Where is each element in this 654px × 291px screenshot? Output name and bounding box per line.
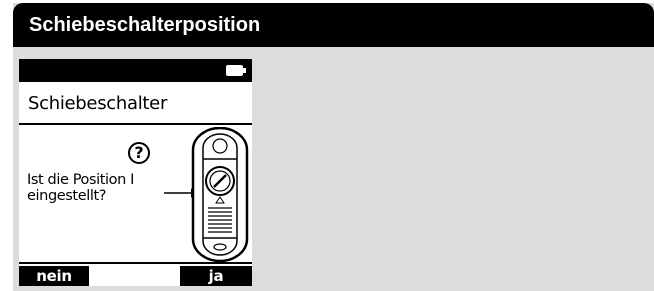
- slide-switch-icon: [191, 127, 249, 262]
- question-line-2: eingestellt?: [27, 188, 107, 204]
- softkey-no-button[interactable]: nein: [19, 266, 89, 286]
- battery-icon: [226, 65, 246, 76]
- softkey-divider: [19, 262, 252, 264]
- instruction-panel: Schiebeschalterposition Schiebeschalter …: [13, 3, 654, 291]
- question-line-1: Ist die Position I: [27, 172, 135, 188]
- device-screen: Schiebeschalter ? Ist die Position I ein…: [19, 59, 252, 286]
- status-bar: [19, 59, 252, 82]
- question-text: Ist die Position I eingestellt?: [27, 172, 177, 204]
- panel-title: Schiebeschalterposition: [13, 3, 654, 47]
- screen-title: Schiebeschalter: [28, 93, 168, 114]
- softkey-yes-button[interactable]: ja: [180, 266, 252, 286]
- title-divider: [19, 123, 252, 125]
- question-circle-icon: ?: [128, 142, 150, 164]
